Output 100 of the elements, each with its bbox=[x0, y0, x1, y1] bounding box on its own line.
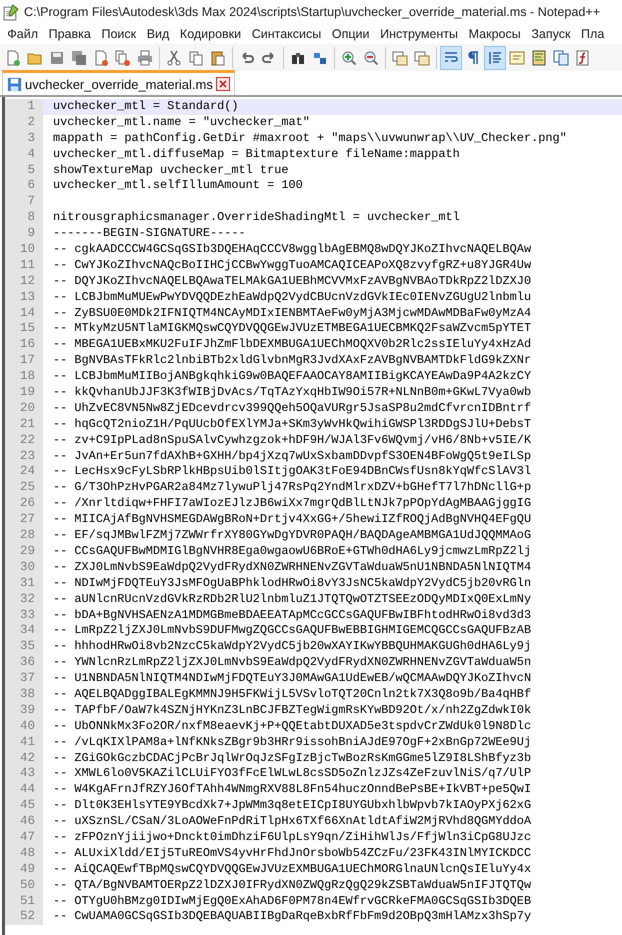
menu-item[interactable]: Синтаксисы bbox=[246, 27, 327, 41]
function-list-icon bbox=[575, 50, 591, 66]
menu-item[interactable]: Файл bbox=[2, 27, 44, 41]
document-map-icon bbox=[531, 50, 547, 66]
code-line: -- ALUxiXldd/EIj5TuREOmVS4yvHrFhdJnOrsboWb54ZCzFu/23FK43INlMYICKDCC bbox=[52, 846, 532, 862]
line-number: 26 bbox=[5, 496, 43, 512]
line-number: 51 bbox=[5, 894, 43, 910]
zoom-out-icon bbox=[363, 50, 379, 66]
code-line: -- LecHsx9cFyLSbRPlkHBpsUib0lSItjgOAK3tFoE94DBnCWsfUsn8kYqWfcSlAV3l bbox=[52, 464, 532, 480]
code-line: -- hqGcQT2nioZ1H/PqUUcbOfEXlYMJa+SKm3yWvHkQwihiGWSPl3RDDgSJlU+DebsT bbox=[52, 416, 532, 433]
code-line: -- JvAn+Er5un7fdAXhB+GXHH/bp4jXzq7wUxSxbamDDvpfS3OEN4BFoWgQ5t9eILSp bbox=[52, 448, 532, 464]
line-number: 11 bbox=[5, 258, 43, 274]
line-number: 24 bbox=[5, 464, 43, 480]
line-number: 20 bbox=[5, 400, 43, 417]
line-number: 27 bbox=[5, 512, 43, 528]
code-line: -- AiQCAQEwfTBpMQswCQYDVQQGEwJVUzEXMBUGA1UEChMORGlnaUNlcnQsIEluYy4x bbox=[52, 862, 532, 878]
code-line: -- NDIwMjFDQTEuY3JsMFOgUaBPhklodHRwOi8vY3JsNC5kaWdpY2VydC5jb20vRGln bbox=[52, 576, 532, 592]
code-line: -- CwUAMA0GCSqGSIb3DQEBAQUABIIBgDaRqeBxbRfFbFm9d2OBpQ3mHlAMzx3hSp7y bbox=[52, 909, 532, 926]
code-line: -- LCBJbmMuMIIBojANBgkqhkiG9w0BAQEFAAOCAY8AMIIBigKCAYEAwDa9P4A2kzCY bbox=[52, 369, 532, 386]
code-line: -- uXSznSL/CSaN/3LoAOWeFnPdRiTlpHx6TXf66XnAtldtAfiW2MjRVhd8QGMYddoA bbox=[52, 814, 532, 830]
menu-item[interactable]: Запуск bbox=[526, 27, 576, 41]
line-number: 36 bbox=[5, 655, 43, 672]
code-line: -------BEGIN-SIGNATURE----- bbox=[52, 226, 247, 242]
line-number: 7 bbox=[5, 194, 43, 210]
save-icon bbox=[49, 50, 65, 66]
code-line: mappath = pathConfig.GetDir #maxroot + "maps\\uvwunwrap\\UV_Checker.png" bbox=[52, 130, 568, 147]
code-line: -- XMWL6lo0V5KAZilCLUiFYO3fFcElWLwL8csSD5oZnlzJZs4ZeFzuvlNiS/q7/UlP bbox=[52, 766, 532, 782]
line-number: 46 bbox=[5, 814, 43, 830]
code-line: -- EF/sqJMBwlFZMj7ZWWrfrXY80GYwDgYDVR0PAQH/BAQDAgeAMBMGA1UdJQQMMAoG bbox=[52, 528, 532, 544]
line-number: 41 bbox=[5, 734, 43, 751]
close-icon[interactable] bbox=[216, 77, 230, 91]
menu-item[interactable]: Инструменты bbox=[374, 27, 464, 41]
code-line: -- CwYJKoZIhvcNAQcBoIIHCjCCBwYwggTuoAMCAQICEAPoXQ8zvyfgRZ+u8YJGR4Uw bbox=[52, 258, 532, 274]
line-number: 14 bbox=[5, 306, 43, 322]
code-line: showTextureMap uvchecker_mtl true bbox=[52, 162, 290, 178]
code-line: -- aUNlcnRUcnVzdGVkRzRDb2RlU2lnbmluZ1JTQTQwOTZTSEEzODQyMDIxQ0ExLmNy bbox=[52, 592, 532, 608]
line-number: 49 bbox=[5, 862, 43, 878]
menu-item[interactable]: Пла bbox=[576, 27, 610, 41]
code-line: -- BgNVBAsTFkRlc2lnbiBTb2xldGlvbnMgR3JvdXAxFzAVBgNVBAMTDkFldG9kZXNr bbox=[52, 353, 532, 370]
copy-icon bbox=[188, 50, 204, 66]
line-number: 19 bbox=[5, 385, 43, 401]
line-number: 31 bbox=[5, 576, 43, 592]
line-number: 30 bbox=[5, 560, 43, 576]
line-number: 8 bbox=[5, 210, 43, 226]
toolbar-button[interactable] bbox=[484, 46, 506, 70]
code-line: -- /Xnrltdiqw+FHFI7aWIozEJlzJB6wiXx7mgrQdBlLtNJk7pPOpYdAgMBAAGjggIG bbox=[52, 496, 532, 512]
toolbar-button[interactable] bbox=[440, 46, 462, 70]
line-number: 37 bbox=[5, 671, 43, 687]
code-line: -- MIICAjAfBgNVHSMEGDAWgBRoN+Drtjv4XxGG+/5hewiIZfROQjAdBgNVHQ4EFgQU bbox=[52, 512, 532, 528]
line-number: 16 bbox=[5, 337, 43, 354]
line-number: 48 bbox=[5, 846, 43, 862]
line-number: 5 bbox=[5, 162, 43, 178]
code-line: -- UbONNkMx3Fo2OR/nxfM8eaevKj+P+QQEtabtDUXAD5e3tspdvCrZWdUk0l9N8Dlc bbox=[52, 718, 532, 735]
code-line: -- ZXJ0LmNvbS9EaWdpQ2VydFRydXN0ZWRHNENvZGVTaWduaW5nU1NBNDA5NlNIQTM4 bbox=[52, 560, 532, 576]
code-line: -- MBEGA1UEBxMKU2FuIFJhZmFlbDEXMBUGA1UEChMOQXV0b2Rlc2ssIEluYy4xHzAd bbox=[52, 337, 532, 354]
menu-item[interactable]: Вид bbox=[141, 27, 175, 41]
code-line: -- G/T3OhPzHvPGAR2a84Mz7lywuPlj47RsPq2YndMlrxDZV+bGHefT7l7hDNcllG+p bbox=[52, 480, 532, 496]
scissors-icon bbox=[166, 50, 182, 66]
line-number: 2 bbox=[5, 114, 43, 131]
code-line: -- ZGiGOkGczbCDACjPcBrJqlWrOqJzSFgIzBjcTwBozRsKmGGme5lZ9I8LShBfyz3b bbox=[52, 750, 532, 766]
close-all-icon bbox=[115, 50, 131, 66]
window-title: C:\Program Files\Autodesk\3ds Max 2024\scripts\Startup\uvchecker_override_material.ms - Notepad++ bbox=[24, 5, 600, 19]
indent-guide-icon bbox=[487, 50, 503, 66]
panel-icon bbox=[509, 50, 525, 66]
menu-item[interactable]: Кодировки bbox=[174, 27, 246, 41]
code-line: -- /vLqKIXlPAM8a+lNfKNksZBgr9b3HRr9issohBniAJdE97OgF+2xBnGp72WEe9Uj bbox=[52, 734, 532, 751]
line-number: 52 bbox=[5, 909, 43, 926]
code-line: -- QTA/BgNVBAMTOERpZ2lDZXJ0IFRydXN0ZWQgRzQgQ29kZSBTaWduaW5nIFJTQTQw bbox=[52, 878, 532, 894]
line-number: 21 bbox=[5, 416, 43, 433]
line-number: 39 bbox=[5, 702, 43, 719]
code-line: -- ZyBSU0E0MDk2IFNIQTM4NCAyMDIxIENBMTAeFw0yMjA3MjcwMDAwMDBaFw0yMzA4 bbox=[52, 306, 532, 322]
code-line: -- DQYJKoZIhvcNAQELBQAwaTELMAkGA1UEBhMCVVMxFzAVBgNVBAoTDkRpZ2lDZXJ0 bbox=[52, 274, 532, 290]
code-line: -- TAPfbF/OaW7k4SZNjHYKnZ3LnBCJFBZTegWigmRsKYwBD92Ot/x/nh2ZgZdwkI0k bbox=[52, 702, 532, 719]
file-tab[interactable]: uvchecker_override_material.ms bbox=[2, 70, 235, 95]
menu-item[interactable]: Опции bbox=[326, 27, 375, 41]
line-number: 17 bbox=[5, 353, 43, 370]
code-line: -- U1NBNDA5NlNIQTM4NDIwMjFDQTEuY3J0MAwGA1UdEwEB/wQCMAAwDQYJKoZIhvcN bbox=[52, 671, 532, 687]
code-line: -- bDA+BgNVHSAENzA1MDMGBmeBDAEEATApMCcGCCsGAQUFBwIBFhtodHRwOi8vd3d3 bbox=[52, 608, 532, 624]
code-line: nitrousgraphicsmanager.OverrideShadingMtl = uvchecker_mtl bbox=[52, 210, 461, 226]
menu-item[interactable]: Правка bbox=[43, 27, 96, 41]
clipboard-icon bbox=[210, 50, 226, 66]
menu-item[interactable]: Поиск bbox=[96, 27, 142, 41]
line-number: 40 bbox=[5, 718, 43, 735]
line-number: 6 bbox=[5, 178, 43, 194]
line-number: 23 bbox=[5, 448, 43, 464]
line-number: 38 bbox=[5, 686, 43, 703]
line-number: 4 bbox=[5, 146, 43, 163]
line-number: 42 bbox=[5, 750, 43, 766]
code-line: -- LCBJbmMuMUEwPwYDVQQDEzhEaWdpQ2VydCBUcnVzdGVkIEc0IENvZGUgU2lnbmlu bbox=[52, 290, 532, 306]
line-number: 13 bbox=[5, 290, 43, 306]
menu-item[interactable]: Макросы bbox=[463, 27, 526, 41]
code-line: -- zv+C9IpPLad8nSpuSAlvCywhzgzok+hDF9H/WJAl3Fv6WQvmj/vH6/8Nb+v5IE/K bbox=[52, 432, 532, 449]
line-number: 3 bbox=[5, 130, 43, 147]
code-line: -- kkQvhanUbJJF3K3fWIBjDvAcs/TqTAzYxqHbIW9Oi57R+NLNnB0m+GKwL7Vya0wb bbox=[52, 385, 532, 401]
line-number: 35 bbox=[5, 639, 43, 656]
zoom-in-icon bbox=[341, 50, 357, 66]
code-line: uvchecker_mtl.name = "uvchecker_mat" bbox=[52, 114, 311, 131]
line-number: 12 bbox=[5, 274, 43, 290]
line-number: 50 bbox=[5, 878, 43, 894]
line-number: 43 bbox=[5, 766, 43, 782]
